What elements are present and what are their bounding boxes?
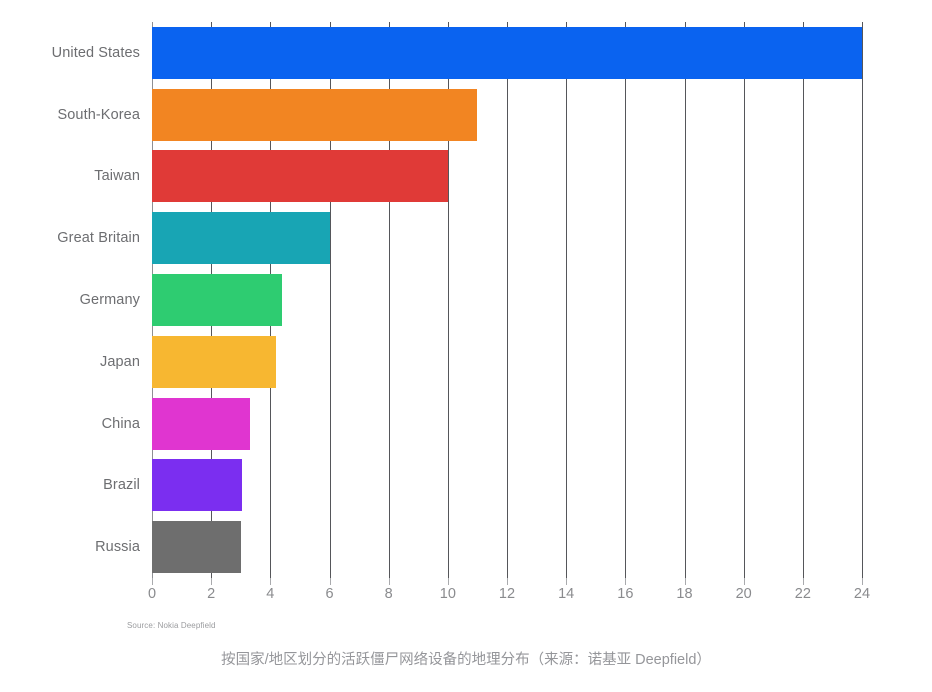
x-tick: [329, 578, 331, 585]
bar-brazil[interactable]: [152, 459, 243, 512]
y-label-germany: Germany: [79, 291, 140, 308]
gridline: [862, 22, 863, 578]
bar-united-states[interactable]: [152, 26, 862, 79]
x-tick-label: 6: [325, 586, 334, 602]
x-tick: [152, 578, 153, 585]
x-tick: [684, 578, 686, 585]
x-tick: [566, 578, 568, 585]
figure-caption: 按国家/地区划分的活跃僵尸网络设备的地理分布（来源：诺基亚 Deepfield）: [221, 652, 711, 668]
x-tick-label: 18: [676, 586, 693, 602]
bar-band: [152, 146, 862, 208]
y-label-united-states: United States: [51, 44, 140, 61]
plot-area: [152, 22, 863, 578]
bar-band: [152, 207, 862, 269]
bar-band: [152, 269, 862, 331]
x-tick-label: 2: [207, 586, 216, 602]
y-label-taiwan: Taiwan: [94, 168, 140, 185]
y-label-russia: Russia: [95, 539, 140, 556]
bar-great-britain[interactable]: [152, 212, 330, 265]
x-tick-label: 22: [794, 586, 811, 602]
y-axis-category-labels: United States South-Korea Taiwan Great Brit…: [0, 22, 140, 578]
x-tick-label: 16: [617, 586, 634, 602]
x-tick-label: 10: [439, 586, 456, 602]
x-tick-label: 8: [384, 586, 393, 602]
x-tick: [211, 578, 213, 585]
y-label-great-britain: Great Britain: [57, 230, 140, 247]
bar-china[interactable]: [152, 397, 250, 450]
y-label-japan: Japan: [99, 353, 140, 370]
x-tick-label: 4: [266, 586, 275, 602]
bar-band: [152, 516, 862, 578]
bar-south-korea[interactable]: [152, 88, 478, 141]
bar-series: [152, 22, 862, 578]
x-tick: [802, 578, 804, 585]
x-tick: [507, 578, 508, 585]
bar-germany[interactable]: [152, 273, 283, 326]
x-tick: [388, 578, 390, 585]
x-tick-label: 24: [853, 586, 871, 602]
chart-figure: United States South-Korea Taiwan Great Brit…: [0, 0, 932, 692]
x-tick: [743, 578, 745, 585]
x-tick: [625, 578, 627, 585]
x-axis: 0 2 4 6 8 10 12 14 16 18 20 22 24: [148, 578, 870, 608]
y-label-brazil: Brazil: [103, 477, 140, 494]
x-tick: [270, 578, 272, 585]
x-tick: [447, 578, 449, 585]
y-label-china: China: [101, 415, 140, 432]
bar-band: [152, 393, 862, 455]
y-label-south-korea: South-Korea: [57, 106, 140, 123]
x-tick-label: 20: [735, 586, 752, 602]
bar-band: [152, 454, 862, 516]
x-tick-label: 0: [147, 586, 157, 602]
x-tick: [862, 578, 863, 585]
x-tick-label: 12: [498, 586, 516, 602]
bar-taiwan[interactable]: [152, 150, 448, 203]
x-tick-label: 14: [558, 586, 575, 602]
source-note: Source: Nokia Deepfield: [127, 621, 216, 630]
bar-band: [152, 84, 862, 146]
bar-band: [152, 331, 862, 393]
bar-band: [152, 22, 862, 84]
bar-russia[interactable]: [152, 521, 241, 574]
bar-japan[interactable]: [152, 335, 277, 388]
